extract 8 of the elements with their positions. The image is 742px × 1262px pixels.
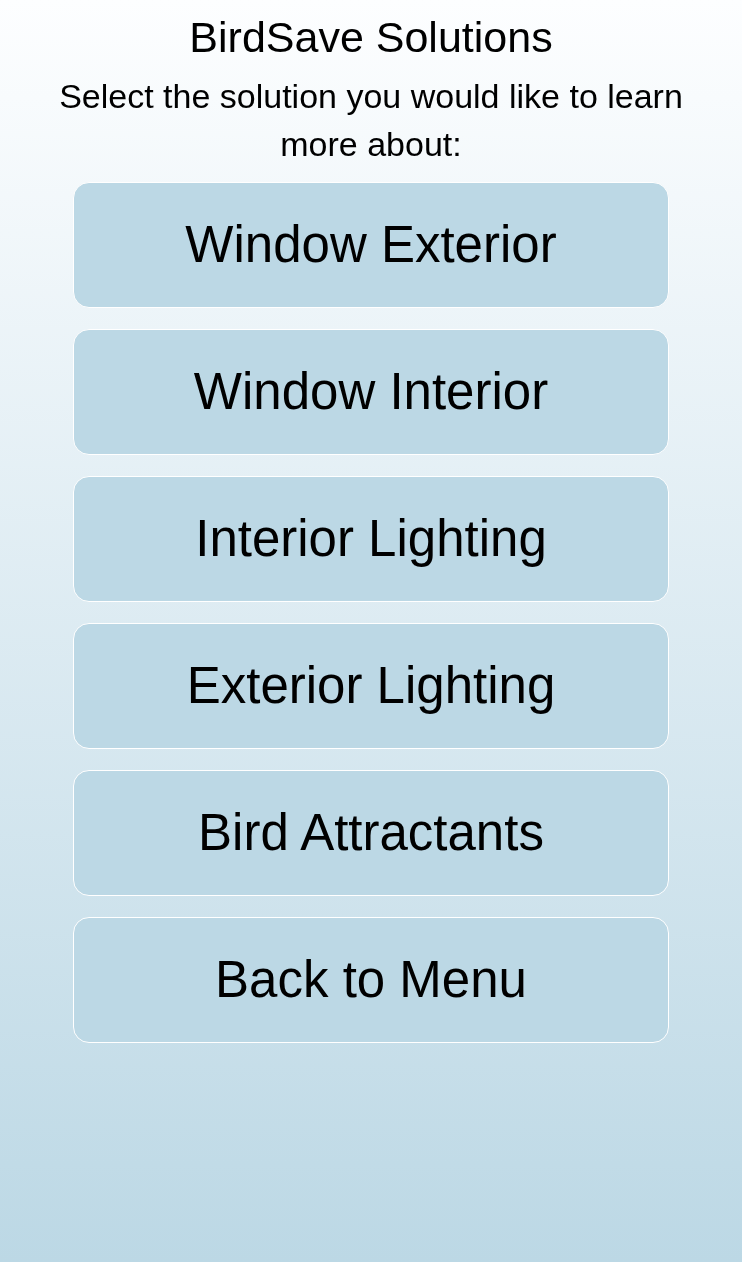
solution-button[interactable]: Window Interior [73, 329, 669, 455]
solution-button[interactable]: Back to Menu [73, 917, 669, 1043]
solution-button[interactable]: Window Exterior [73, 182, 669, 308]
solution-button[interactable]: Bird Attractants [73, 770, 669, 896]
instruction-text: Select the solution you would like to learn more about: [58, 76, 684, 165]
solution-button[interactable]: Interior Lighting [73, 476, 669, 602]
solution-button[interactable]: Exterior Lighting [73, 623, 669, 749]
page-title: BirdSave Solutions [189, 12, 553, 63]
